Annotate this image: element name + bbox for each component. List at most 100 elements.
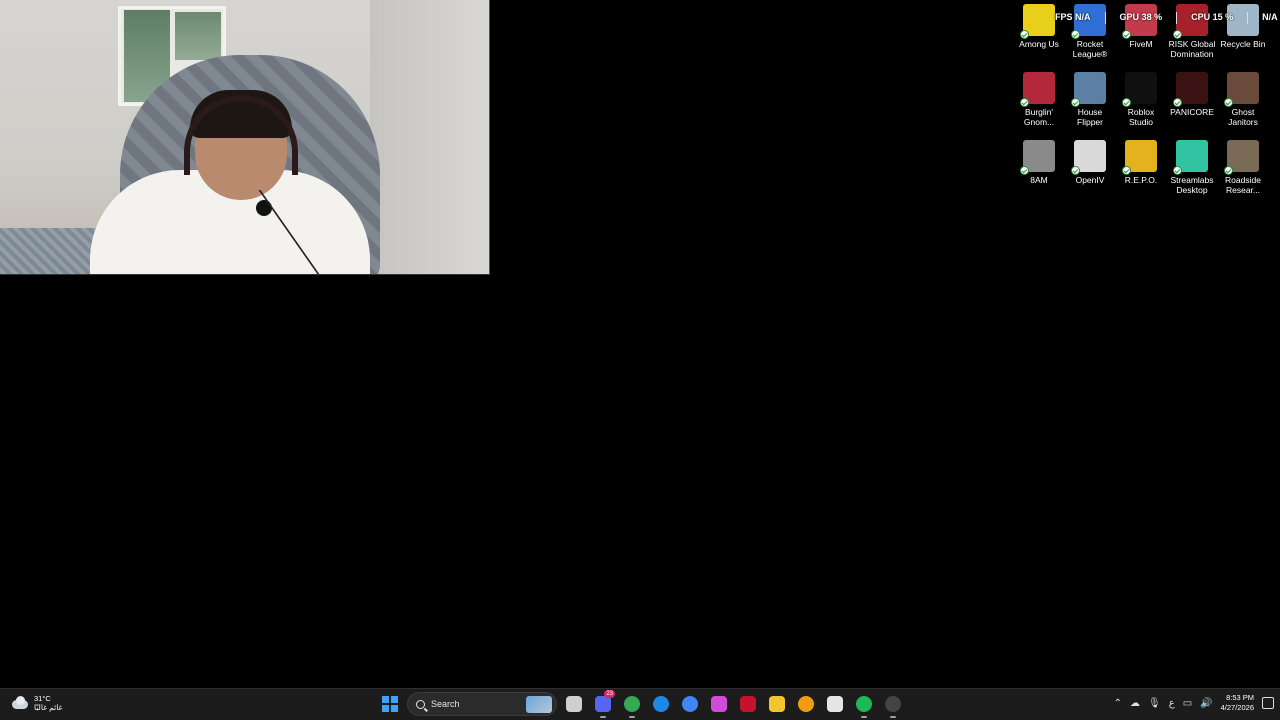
start-button[interactable] (378, 692, 402, 716)
desktop-icon-label: Burglin' Gnom... (1023, 107, 1055, 127)
desktop-icon[interactable]: House Flipper (1065, 72, 1115, 127)
desktop-icon[interactable]: Streamlabs Desktop (1167, 140, 1217, 195)
cpu-value: 15 % (1212, 12, 1234, 22)
volume-icon[interactable]: 🔊 (1200, 698, 1212, 709)
microsoft-store-icon (827, 696, 843, 712)
cpu-label: CPU (1191, 12, 1211, 22)
weather-widget[interactable]: 31°C غائم غالبًا (10, 694, 62, 712)
system-tray: ⌃ ☁ 🎙 ع ▭ 🔊 8:53 PM 4/27/2026 (1114, 693, 1274, 713)
language-indicator[interactable]: ع (1169, 698, 1175, 709)
overlay-separator (1176, 12, 1178, 24)
gpu-value: 38 % (1141, 12, 1163, 22)
network-icon[interactable]: ▭ (1183, 698, 1192, 709)
extra-metric: N/A (1262, 12, 1278, 22)
desktop-icon[interactable]: PANICORE (1167, 72, 1217, 117)
desktop-icon[interactable]: Recycle Bin (1218, 4, 1268, 49)
app-icon (1020, 4, 1055, 39)
chrome-profile-icon (682, 696, 698, 712)
performance-overlay: FPS N/A GPU 38 % CPU 15 % N/A (1055, 12, 1278, 26)
onedrive-icon[interactable]: ☁ (1130, 698, 1140, 709)
webcam-overlay (0, 0, 490, 275)
app-icon (1224, 140, 1259, 175)
taskbar-app-folder[interactable] (765, 692, 789, 716)
copilot-icon (711, 696, 727, 712)
discord-icon (595, 696, 611, 712)
desktop-icon[interactable]: OpenIV (1065, 140, 1115, 185)
desktop-icon[interactable]: Roblox Studio (1116, 72, 1166, 127)
taskbar-app-edge[interactable] (649, 692, 673, 716)
webcam-wall (370, 0, 489, 274)
sync-check-icon (1173, 30, 1182, 39)
sync-check-icon (1173, 98, 1182, 107)
taskbar-app-discord[interactable]: 23 (591, 690, 615, 718)
taskbar-app-chrome[interactable] (620, 692, 644, 718)
desktop-icon-label: R.E.P.O. (1124, 175, 1158, 185)
desktop-icon-label: Ghost Janitors (1228, 107, 1258, 127)
overlay-separator (1247, 12, 1249, 24)
sync-check-icon (1224, 98, 1233, 107)
chevron-up-icon[interactable]: ⌃ (1114, 698, 1122, 709)
taskbar-app-brave-shield[interactable] (794, 692, 818, 716)
desktop-icon-label: Roadside Resear... (1225, 175, 1261, 195)
file-explorer-tasks-icon (566, 696, 582, 712)
taskbar-app-copilot[interactable] (707, 692, 731, 716)
adobe-acrobat-icon (740, 696, 756, 712)
desktop-icon-label: Rocket League® (1072, 39, 1108, 59)
taskbar-pinned-apps: 23 (562, 690, 905, 718)
desktop-icon-label: Among Us (1019, 39, 1059, 49)
desktop-icon[interactable]: FiveM (1116, 4, 1166, 49)
sync-check-icon (1071, 166, 1080, 175)
taskbar-app-spotify[interactable] (852, 692, 876, 718)
cpu-metric: CPU 15 % (1191, 12, 1233, 26)
desktop-icon[interactable]: 8AM (1014, 140, 1064, 185)
taskbar-app-microsoft-store[interactable] (823, 692, 847, 716)
taskbar-center: Search 23 (378, 690, 905, 718)
app-icon (1224, 72, 1259, 107)
desktop-icon[interactable]: Burglin' Gnom... (1014, 72, 1064, 127)
taskbar-app-obs-studio[interactable] (881, 692, 905, 718)
notification-badge: 23 (604, 690, 615, 698)
desktop-icon-label: Recycle Bin (1220, 39, 1266, 49)
microphone-icon[interactable]: 🎙 (1148, 698, 1161, 709)
fps-metric: FPS N/A (1055, 12, 1091, 26)
clock[interactable]: 8:53 PM 4/27/2026 (1221, 693, 1254, 713)
search-icon (416, 699, 425, 709)
sync-check-icon (1020, 98, 1029, 107)
gpu-label: GPU (1119, 12, 1140, 22)
desktop-icon[interactable]: Among Us (1014, 4, 1064, 49)
taskbar-app-adobe-acrobat[interactable] (736, 692, 760, 716)
notification-icon[interactable] (1262, 697, 1274, 709)
desktop-icon-label: Streamlabs Desktop (1170, 175, 1214, 195)
app-icon (1020, 72, 1055, 107)
desktop-icon[interactable]: Ghost Janitors (1218, 72, 1268, 127)
search-box[interactable]: Search (407, 692, 557, 716)
desktop-icon-label: OpenIV (1075, 175, 1105, 185)
gpu-metric: GPU 38 % (1120, 12, 1163, 26)
weather-text: 31°C غائم غالبًا (34, 694, 62, 712)
sync-check-icon (1122, 166, 1131, 175)
app-icon (1122, 140, 1157, 175)
taskbar-app-file-explorer-tasks[interactable] (562, 692, 586, 716)
taskbar-app-chrome-profile[interactable] (678, 692, 702, 716)
search-label: Search (431, 699, 460, 709)
webcam-window-pane (175, 12, 221, 60)
taskbar: 31°C غائم غالبًا Search 23 ⌃ ☁ 🎙 ع ▭ 🔊 8… (0, 688, 1280, 720)
app-icon (1173, 72, 1208, 107)
weather-condition: غائم غالبًا (34, 703, 63, 712)
weather-temp: 31°C (34, 694, 51, 703)
sync-check-icon (1173, 166, 1182, 175)
app-icon (1122, 72, 1157, 107)
app-icon (1071, 140, 1106, 175)
desktop-icon[interactable]: Roadside Resear... (1218, 140, 1268, 195)
desktop-icon-label: Roblox Studio (1127, 107, 1155, 127)
app-icon (1071, 72, 1106, 107)
search-highlight-icon (526, 696, 552, 713)
fps-value: N/A (1075, 12, 1091, 22)
sync-check-icon (1224, 166, 1233, 175)
edge-icon (653, 696, 669, 712)
sync-check-icon (1071, 98, 1080, 107)
sync-check-icon (1020, 30, 1029, 39)
desktop-icon[interactable]: R.E.P.O. (1116, 140, 1166, 185)
app-icon (1020, 140, 1055, 175)
desktop-icon-label: FiveM (1129, 39, 1153, 49)
